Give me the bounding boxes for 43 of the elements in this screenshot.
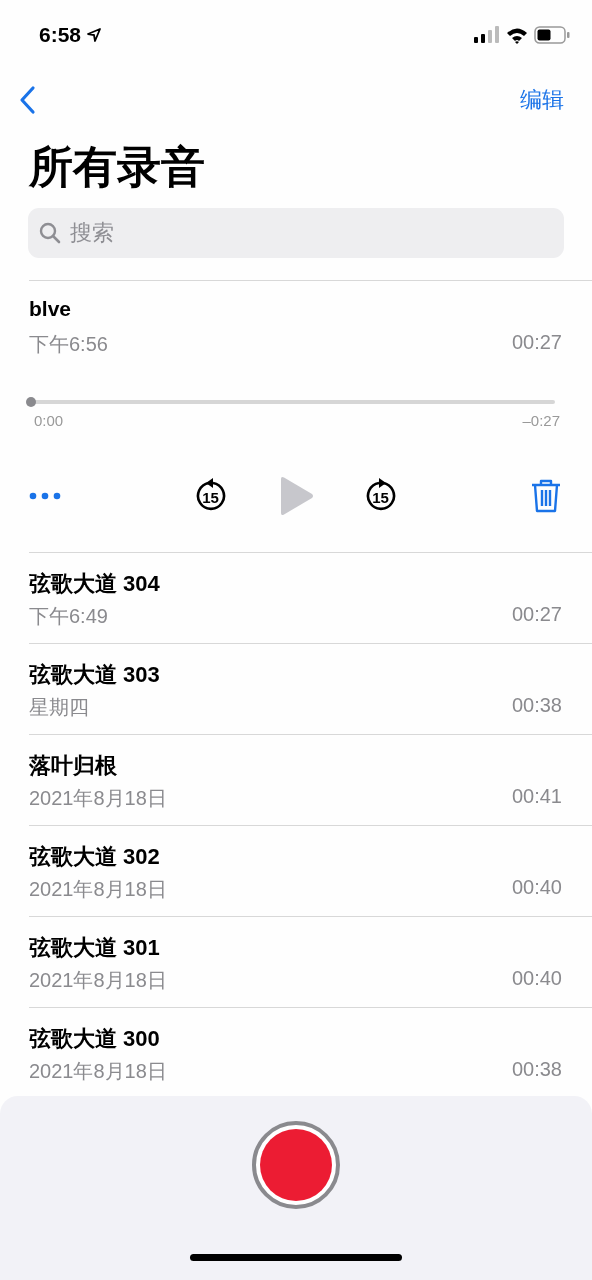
recording-date: 星期四	[29, 695, 89, 720]
search-field[interactable]: 搜索	[28, 208, 564, 258]
more-icon[interactable]	[29, 492, 61, 500]
recording-name: 弦歌大道 304	[29, 570, 161, 598]
signal-icon	[474, 26, 500, 44]
status-time: 6:58	[39, 23, 82, 47]
recording-date: 2021年8月18日	[29, 968, 167, 993]
recording-name: 弦歌大道 300	[29, 1025, 161, 1053]
recording-duration: 00:27	[511, 331, 562, 355]
elapsed-time: 0:00	[34, 412, 64, 429]
recording-date: 2021年8月18日	[29, 1059, 167, 1084]
recording-date: 下午6:49	[29, 604, 108, 629]
location-arrow-icon	[87, 28, 102, 42]
recording-duration: 00:38	[511, 694, 562, 718]
slider-thumb[interactable]	[26, 397, 36, 407]
search-icon	[38, 221, 62, 245]
recording-date: 下午6:56	[29, 332, 108, 357]
recording-row[interactable]: 弦歌大道 302 2021年8月18日 00:40	[29, 825, 592, 916]
recording-duration: 00:38	[511, 1058, 562, 1082]
recording-duration: 00:40	[511, 967, 562, 991]
recording-duration: 00:27	[511, 603, 562, 627]
back-icon[interactable]	[18, 85, 36, 115]
recording-duration: 00:41	[511, 785, 562, 809]
skip-back-button[interactable]: 15	[192, 477, 229, 515]
page-title: 所有录音	[29, 141, 206, 193]
recording-name: 落叶归根	[29, 752, 118, 780]
recording-duration: 00:40	[511, 876, 562, 900]
remaining-time: –0:27	[522, 412, 560, 429]
recording-row[interactable]: 弦歌大道 303 星期四 00:38	[29, 643, 592, 734]
recording-name: 弦歌大道 301	[29, 934, 161, 962]
recording-date: 2021年8月18日	[29, 786, 167, 811]
trash-icon[interactable]	[530, 478, 562, 514]
recording-date: 2021年8月18日	[29, 877, 167, 902]
recording-row[interactable]: 弦歌大道 304 下午6:49 00:27	[29, 552, 592, 643]
battery-icon	[534, 26, 570, 44]
skip-forward-button[interactable]: 15	[362, 477, 399, 515]
recording-name: blve	[29, 297, 73, 322]
edit-button[interactable]: 编辑	[520, 85, 564, 115]
recording-row[interactable]: 弦歌大道 301 2021年8月18日 00:40	[29, 916, 592, 1007]
wifi-icon	[506, 26, 528, 44]
recording-row[interactable]: 落叶归根 2021年8月18日 00:41	[29, 734, 592, 825]
recording-name: 弦歌大道 302	[29, 843, 161, 871]
recording-name: 弦歌大道 303	[29, 661, 161, 689]
